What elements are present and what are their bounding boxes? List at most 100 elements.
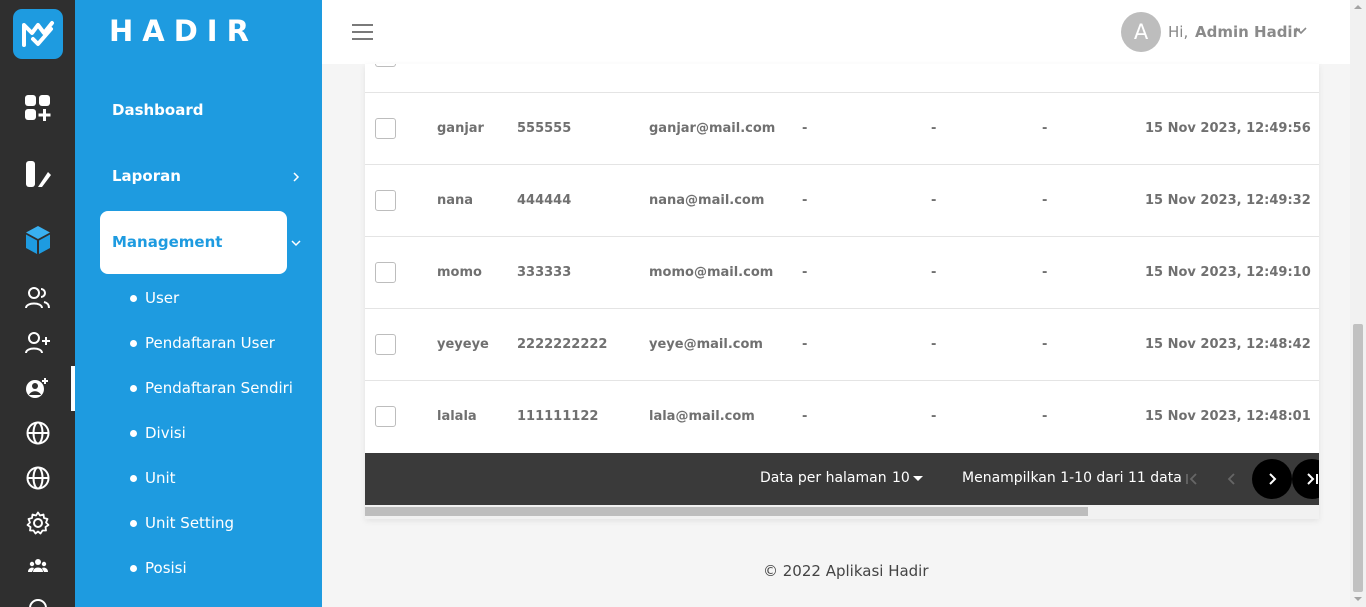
bullet-icon — [130, 519, 137, 527]
cell-nik: 444444 — [517, 193, 572, 208]
sidebar-subitem-unit[interactable]: Unit — [130, 469, 176, 487]
cell-date: 15 Nov 2023, 12:49:32 — [1145, 193, 1311, 208]
row-checkbox[interactable] — [375, 334, 396, 355]
caret-down-icon[interactable] — [913, 476, 923, 481]
cell-date: 15 Nov 2023, 12:49:56 — [1145, 121, 1311, 136]
row-checkbox[interactable] — [375, 118, 396, 139]
row-checkbox[interactable] — [375, 406, 396, 427]
sidebar-subitem-label: Unit Setting — [145, 514, 235, 532]
range-text: Menampilkan 1-10 dari 11 data — [962, 470, 1182, 486]
sidebar-subitem-posisi[interactable]: Posisi — [130, 559, 187, 577]
cell-name: ganjar — [437, 121, 484, 136]
users-icon[interactable] — [20, 280, 56, 316]
first-page-icon[interactable] — [1173, 460, 1211, 498]
cell-email: lala@mail.com — [649, 409, 755, 424]
vertical-scrollbar-thumb[interactable] — [1353, 324, 1363, 592]
bullet-icon — [130, 429, 137, 437]
cell-name: lalala — [437, 409, 477, 424]
cell-email: ganjar@mail.com — [649, 121, 776, 136]
table-row: ganjar 555555 ganjar@mail.com - - - 15 N… — [365, 92, 1319, 164]
cell-empty: - — [802, 409, 808, 424]
sidebar: HADIR Dashboard Laporan Management User … — [75, 0, 322, 607]
sidebar-subitem-pendaftaran-user[interactable]: Pendaftaran User — [130, 334, 275, 352]
row-checkbox[interactable] — [375, 64, 396, 67]
table-row: momo 333333 momo@mail.com - - - 15 Nov 2… — [365, 236, 1319, 308]
cell-empty: - — [802, 265, 808, 280]
cell-email: yeye@mail.com — [649, 337, 763, 352]
management-cube-icon[interactable] — [20, 222, 56, 258]
cell-date: 15 Nov 2023, 12:49:10 — [1145, 265, 1311, 280]
icon-rail — [0, 0, 75, 607]
bullet-icon — [130, 339, 137, 347]
greeting: Hi, — [1168, 23, 1189, 41]
vertical-scrollbar[interactable] — [1350, 0, 1366, 607]
bullet-icon — [130, 474, 137, 482]
team-icon[interactable] — [20, 548, 56, 584]
gear-icon[interactable] — [20, 505, 56, 541]
user-table-card: ganjar 555555 ganjar@mail.com - - - 15 N… — [365, 64, 1319, 519]
bullet-icon — [130, 384, 137, 392]
cell-empty: - — [802, 121, 808, 136]
report-icon[interactable] — [20, 156, 56, 192]
sidebar-subitem-label: Posisi — [145, 559, 187, 577]
next-page-icon[interactable] — [1252, 459, 1292, 499]
cell-nik: 555555 — [517, 121, 572, 136]
cell-nik: 2222222222 — [517, 337, 608, 352]
sidebar-item-dashboard[interactable]: Dashboard — [112, 101, 203, 119]
cell-empty: - — [1042, 409, 1048, 424]
cell-empty: - — [802, 337, 808, 352]
cell-email: momo@mail.com — [649, 265, 774, 280]
user-add-icon[interactable] — [20, 325, 56, 361]
chevron-down-icon — [291, 240, 301, 247]
sidebar-subitem-user[interactable]: User — [130, 289, 179, 307]
cell-empty: - — [931, 337, 937, 352]
sidebar-subitem-divisi[interactable]: Divisi — [130, 424, 186, 442]
more-icon[interactable] — [20, 590, 56, 607]
pagination-bar: Data per halaman 10 Menampilkan 1-10 dar… — [365, 453, 1319, 505]
cell-date: 15 Nov 2023, 12:48:01 — [1145, 409, 1311, 424]
table-row: lalala 111111122 lala@mail.com - - - 15 … — [365, 380, 1319, 452]
scroll-down-icon[interactable] — [1354, 597, 1362, 601]
cell-name: momo — [437, 265, 482, 280]
chevron-down-icon[interactable] — [1295, 26, 1307, 36]
globe-icon[interactable] — [20, 415, 56, 451]
per-page-select[interactable]: 10 — [892, 470, 910, 486]
cell-nik: 333333 — [517, 265, 572, 280]
per-page-label: Data per halaman — [760, 470, 887, 486]
sidebar-item-management[interactable]: Management — [100, 211, 287, 274]
sidebar-item-laporan[interactable]: Laporan — [112, 167, 181, 185]
row-checkbox[interactable] — [375, 190, 396, 211]
cell-empty: - — [802, 193, 808, 208]
row-checkbox[interactable] — [375, 262, 396, 283]
sidebar-subitem-unit-setting[interactable]: Unit Setting — [130, 514, 234, 532]
menu-icon[interactable] — [352, 24, 373, 40]
bullet-icon — [130, 564, 137, 572]
avatar[interactable]: A — [1121, 12, 1161, 52]
cell-name: yeyeye — [437, 337, 489, 352]
chevron-right-icon — [293, 172, 300, 182]
horizontal-scrollbar[interactable] — [365, 505, 1319, 519]
cell-empty: - — [1042, 337, 1048, 352]
prev-page-icon[interactable] — [1213, 460, 1251, 498]
horizontal-scrollbar-thumb[interactable] — [365, 507, 1088, 516]
cell-empty: - — [1042, 193, 1048, 208]
cell-email: nana@mail.com — [649, 193, 765, 208]
sidebar-subitem-label: Divisi — [145, 424, 186, 442]
cell-date: 15 Nov 2023, 12:48:42 — [1145, 337, 1311, 352]
scroll-up-icon[interactable] — [1354, 5, 1362, 9]
cell-empty: - — [931, 121, 937, 136]
cell-empty: - — [1042, 121, 1048, 136]
sidebar-subitem-pendaftaran-sendiri[interactable]: Pendaftaran Sendiri — [130, 379, 293, 397]
cell-empty: - — [1042, 265, 1048, 280]
brand-title: HADIR — [109, 14, 258, 48]
cell-empty: - — [931, 265, 937, 280]
cell-name: nana — [437, 193, 474, 208]
app-logo-icon[interactable] — [13, 9, 63, 59]
user-self-register-icon[interactable] — [20, 370, 56, 406]
last-page-icon[interactable] — [1292, 459, 1319, 499]
sidebar-subitem-label: Unit — [145, 469, 176, 487]
globe-icon[interactable] — [20, 460, 56, 496]
dashboard-icon[interactable] — [20, 90, 56, 126]
user-name[interactable]: Admin Hadir — [1195, 23, 1300, 41]
cell-empty: - — [931, 193, 937, 208]
